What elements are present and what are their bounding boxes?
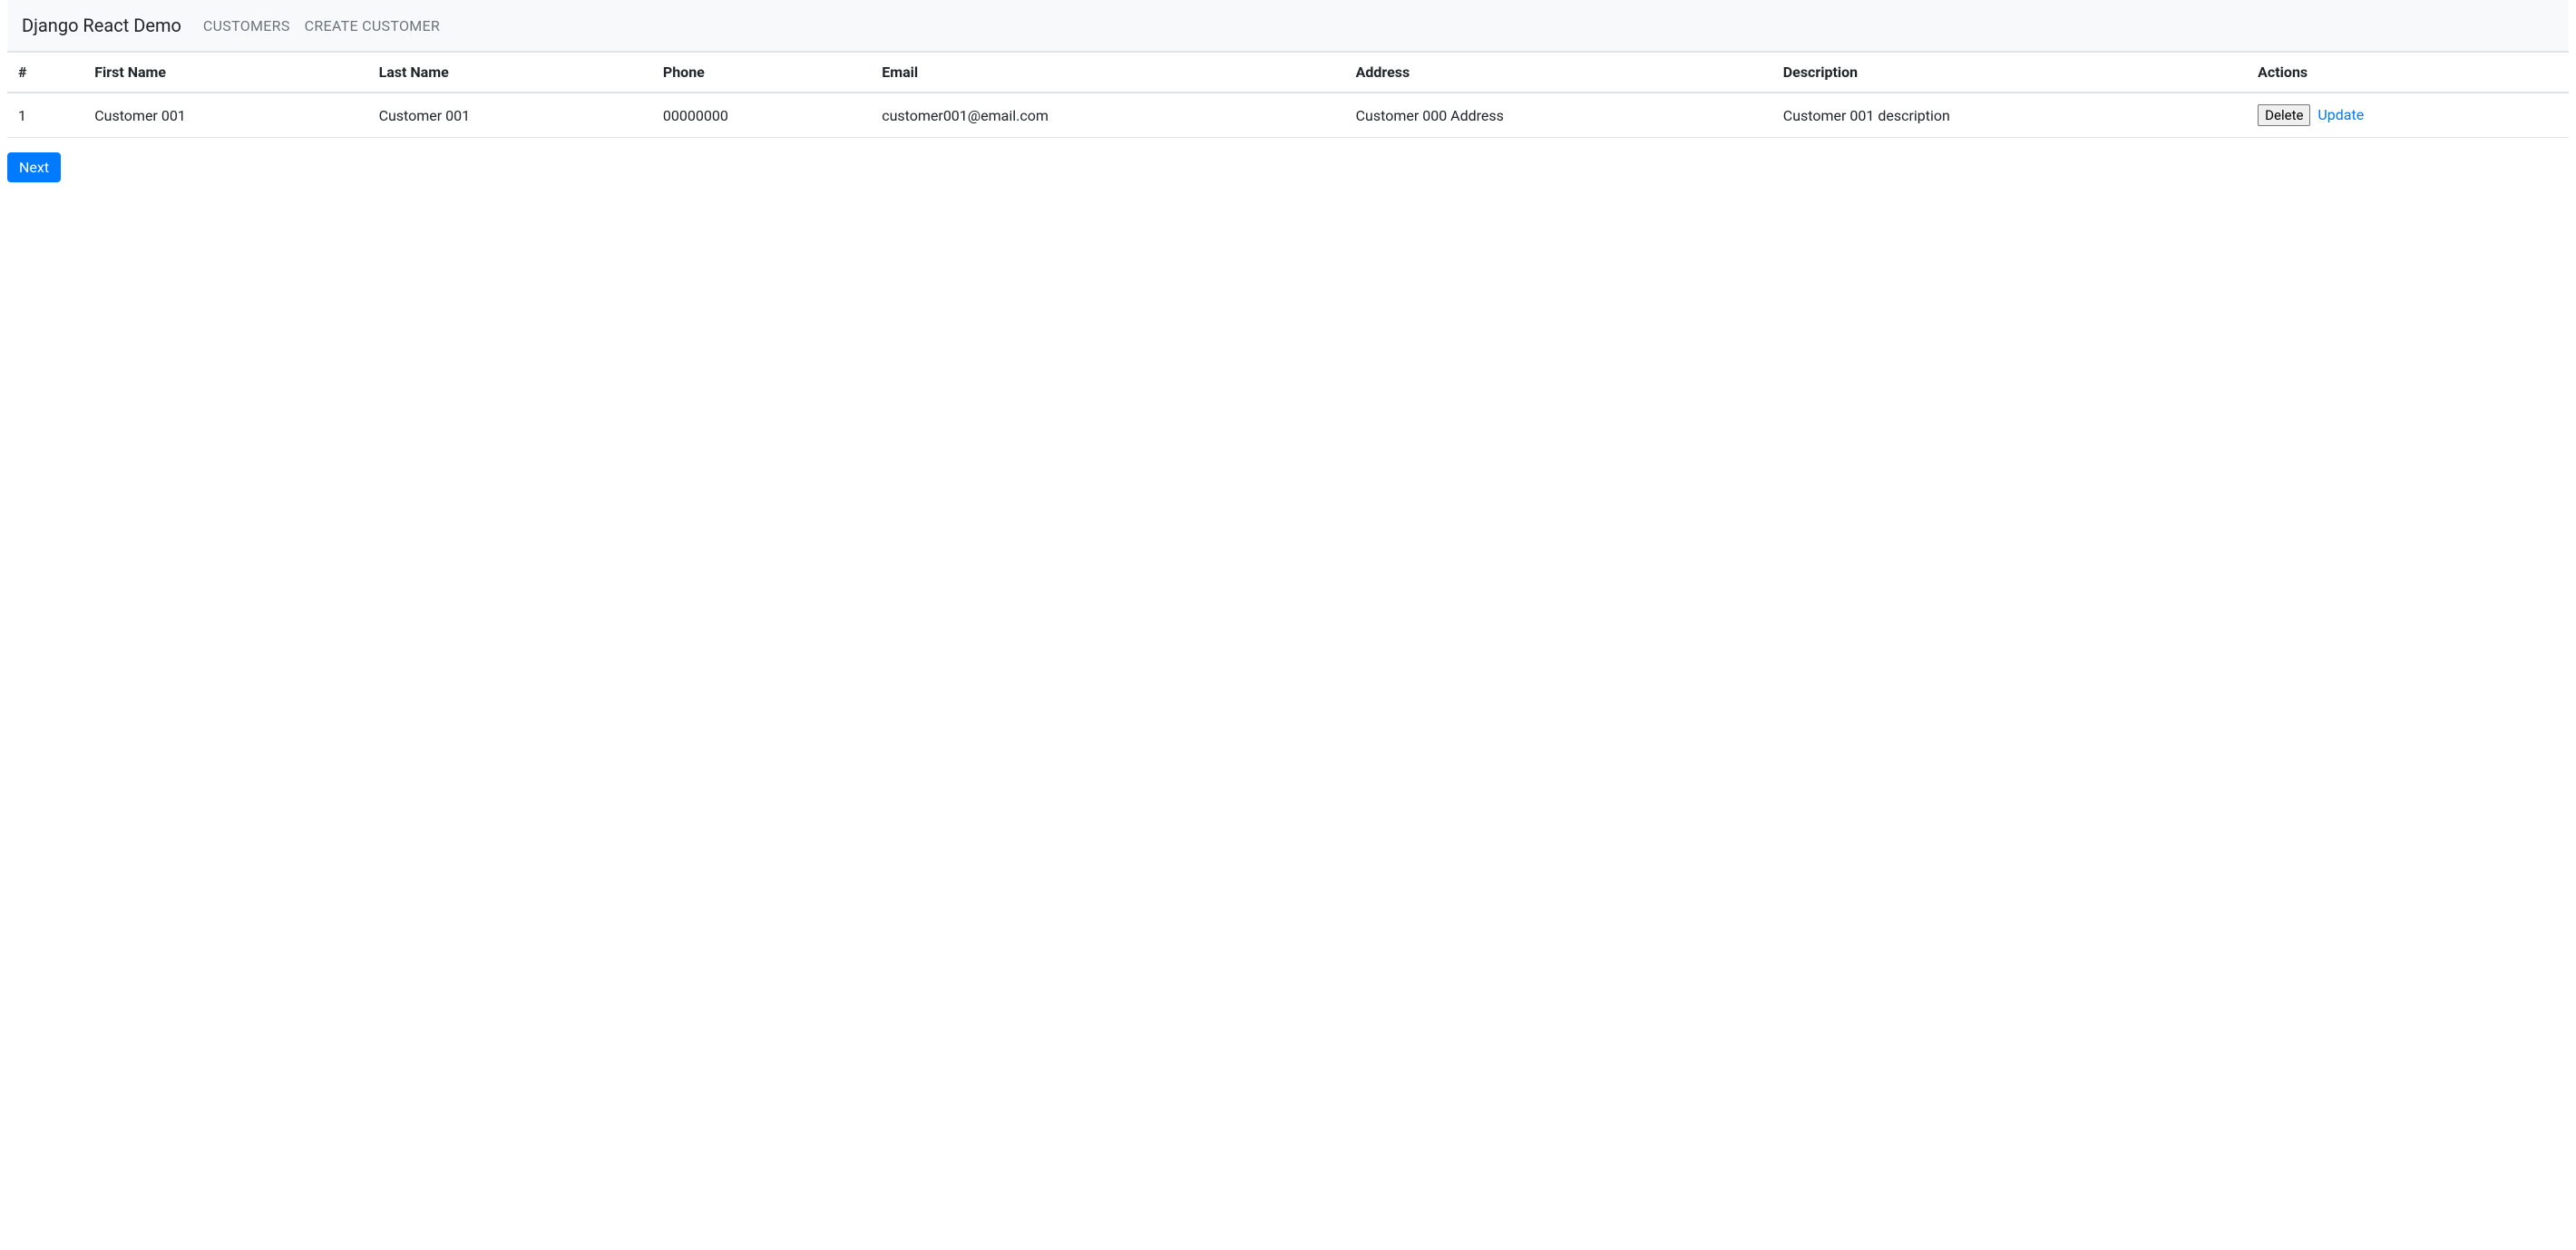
nav-link-create-customer[interactable]: CREATE CUSTOMER — [298, 10, 447, 42]
cell-actions: Delete Update — [2247, 93, 2569, 138]
header-description: Description — [1772, 53, 2247, 93]
table-row: 1 Customer 001 Customer 001 00000000 cus… — [7, 93, 2569, 138]
header-address: Address — [1345, 53, 1772, 93]
navbar: Django React Demo CUSTOMERS CREATE CUSTO… — [7, 0, 2569, 52]
cell-address: Customer 000 Address — [1345, 93, 1772, 138]
cell-email: customer001@email.com — [871, 93, 1344, 138]
delete-button[interactable]: Delete — [2258, 104, 2310, 126]
customers-table: # First Name Last Name Phone Email Addre… — [7, 52, 2569, 138]
header-num: # — [7, 53, 83, 93]
nav-link-customers[interactable]: CUSTOMERS — [196, 10, 298, 42]
update-link[interactable]: Update — [2317, 106, 2364, 123]
cell-description: Customer 001 description — [1772, 93, 2247, 138]
cell-phone: 00000000 — [652, 93, 871, 138]
cell-first-name: Customer 001 — [83, 93, 367, 138]
header-phone: Phone — [652, 53, 871, 93]
navbar-brand[interactable]: Django React Demo — [22, 7, 181, 44]
table-header-row: # First Name Last Name Phone Email Addre… — [7, 53, 2569, 93]
cell-last-name: Customer 001 — [368, 93, 652, 138]
header-email: Email — [871, 53, 1344, 93]
cell-num: 1 — [7, 93, 83, 138]
header-actions: Actions — [2247, 53, 2569, 93]
header-last-name: Last Name — [368, 53, 652, 93]
header-first-name: First Name — [83, 53, 367, 93]
next-button[interactable]: Next — [7, 152, 61, 182]
customers-table-container: # First Name Last Name Phone Email Addre… — [7, 52, 2569, 138]
